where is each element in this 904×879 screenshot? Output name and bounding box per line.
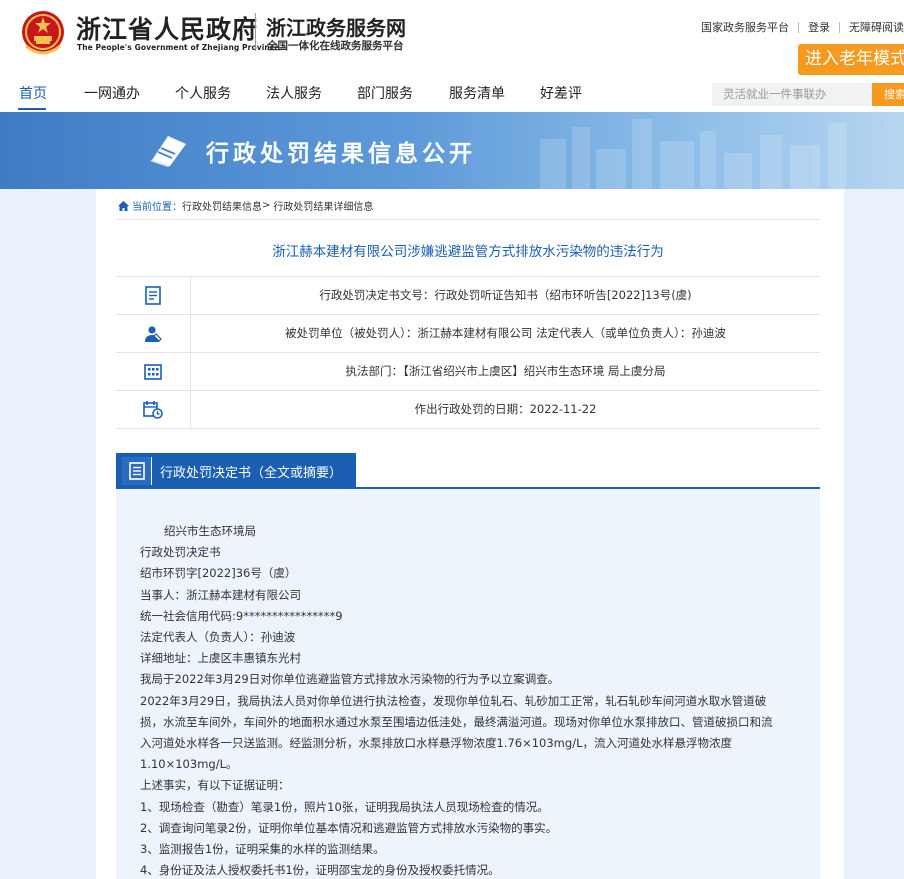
skyline-building [632, 119, 652, 189]
breadcrumb-item-results[interactable]: 行政处罚结果信息 [182, 198, 262, 213]
breadcrumb-prefix: 当前位置： [132, 202, 182, 213]
full-text-line: 统一社会信用代码:9****************9 [140, 608, 343, 623]
full-text-line: 详细地址：上虞区丰惠镇东光村 [140, 651, 301, 666]
skyline-building [760, 135, 782, 189]
full-text-line: 损，水流至车间外，车间外的地面积水通过水泵至围墙边低洼处，最终满溢河道。现场对你… [140, 714, 773, 729]
nav-item-department[interactable]: 部门服务 [357, 83, 413, 103]
search-button[interactable]: 搜索 [872, 83, 904, 106]
nav-item-one-stop[interactable]: 一网通办 [84, 83, 140, 103]
info-penalty-date: 作出行政处罚的日期：2022-11-22 [414, 402, 597, 416]
full-text-line: 我局于2022年3月29日对你单位逃避监管方式排放水污染物的行为予以立案调查。 [140, 672, 560, 687]
service-subtitle: 全国一体化在线政务服务平台 [267, 40, 404, 52]
national-platform-link[interactable]: 国家政务服务平台 [701, 19, 789, 35]
full-text-line: 入河道处水样各一只送监测。经监测分析，水泵排放口水样悬浮物浓度1.76×103m… [140, 736, 732, 750]
full-text-line: 当事人：浙江赫本建材有限公司 [140, 587, 301, 602]
nav-item-service-list[interactable]: 服务清单 [449, 83, 505, 103]
info-table: 行政处罚决定书文号：行政处罚听证告知书（绍市环听告[2022]13号(虞) 被处… [116, 276, 820, 429]
skyline-building [700, 131, 716, 189]
full-text-line: 法定代表人（负责人）：孙迪波 [140, 630, 296, 644]
breadcrumb-divider [116, 219, 820, 220]
breadcrumb: 当前位置： 行政处罚结果信息 > 行政处罚结果详细信息 [118, 198, 373, 213]
home-icon [118, 200, 129, 211]
link-separator [839, 21, 840, 33]
person-icon [145, 325, 162, 342]
nav-item-rating[interactable]: 好差评 [540, 83, 582, 103]
info-penalized-party: 被处罚单位（被处罚人）：浙江赫本建材有限公司 法定代表人（或单位负责人）：孙迪波 [285, 326, 726, 340]
info-row: 行政处罚决定书文号：行政处罚听证告知书（绍市环听告[2022]13号(虞) [116, 277, 820, 315]
info-icon-cell [116, 277, 191, 314]
section-icon-cell [122, 457, 152, 485]
decision-full-text: 绍兴市生态环境局行政处罚决定书绍市环罚字[2022]36号（虞） 当事人：浙江赫本… [116, 489, 820, 879]
document-icon [145, 286, 161, 305]
breadcrumb-separator: > [262, 200, 271, 211]
info-icon-cell [116, 353, 191, 390]
banner: 行政处罚结果信息公开 [0, 112, 904, 189]
nav-active-indicator [18, 108, 46, 110]
full-text-line: 2、调查询问笔录2份，证明你单位基本情况和逃避监管方式排放水污染物的事实。 [140, 820, 558, 835]
elder-mode-button[interactable]: 进入老年模式 [798, 44, 904, 75]
search-input[interactable]: 灵活就业一件事联办 [712, 83, 872, 106]
full-text-line: 1、现场检查（勘查）笔录1份，照片10张，证明我局执法人员现场检查的情况。 [140, 799, 549, 814]
info-decision-number: 行政处罚决定书文号：行政处罚听证告知书（绍市环听告[2022]13号(虞) [319, 288, 692, 302]
header-divider [255, 13, 256, 51]
skyline-building [540, 139, 566, 189]
document-title: 浙江赫本建材有限公司涉嫌逃避监管方式排放水污染物的违法行为 [272, 244, 664, 260]
document-list-icon [128, 462, 145, 480]
nav-item-personal[interactable]: 个人服务 [175, 83, 231, 103]
building-icon [144, 363, 162, 380]
info-row: 被处罚单位（被处罚人）：浙江赫本建材有限公司 法定代表人（或单位负责人）：孙迪波 [116, 315, 820, 353]
info-icon-cell [116, 315, 191, 352]
book-icon [150, 136, 186, 167]
gov-subtitle-en: The People's Government of Zhejiang Prov… [77, 43, 280, 52]
skyline-building [828, 123, 846, 189]
login-link[interactable]: 登录 [808, 19, 830, 35]
full-text-line: 绍市环罚字[2022]36号（虞） [140, 566, 297, 581]
skyline-building [660, 141, 694, 189]
calendar-icon [143, 401, 163, 419]
info-enforcement-dept: 执法部门：【浙江省绍兴市上虞区】绍兴市生态环境 局上虞分局 [345, 364, 666, 378]
info-row: 执法部门：【浙江省绍兴市上虞区】绍兴市生态环境 局上虞分局 [116, 353, 820, 391]
skyline-building [596, 149, 626, 189]
national-emblem-icon [22, 11, 64, 55]
nav-item-home[interactable]: 首页 [19, 83, 47, 103]
full-text-line: 行政处罚决定书 [140, 545, 221, 560]
service-title[interactable]: 浙江政务服务网 [266, 12, 406, 41]
full-text-line: 上述事实，有以下证据证明： [140, 778, 290, 793]
section-header: 行政处罚决定书（全文或摘要） [116, 453, 820, 489]
full-text-line: 3、监测报告1份，证明采集的水样的监测结果。 [140, 842, 385, 856]
skyline-building [572, 127, 590, 189]
skyline-building [790, 145, 820, 189]
full-text-line: 1.10×103mg/L。 [140, 757, 238, 772]
full-text-line: 绍兴市生态环境局 [164, 524, 256, 538]
full-text-line: 4、身份证及法人授权委托书1份，证明邵宝龙的身份及授权委托情况。 [140, 863, 500, 878]
skyline-building [724, 153, 752, 189]
accessibility-link[interactable]: 无障碍阅读 [849, 19, 904, 35]
gov-title: 浙江省人民政府 [76, 15, 259, 44]
link-separator [798, 21, 799, 33]
section-label: 行政处罚决定书（全文或摘要） [160, 466, 343, 481]
breadcrumb-item-detail: 行政处罚结果详细信息 [273, 202, 374, 213]
top-links: 国家政务服务平台 登录 无障碍阅读 [701, 19, 904, 35]
nav-item-legal-person[interactable]: 法人服务 [266, 83, 322, 103]
info-row: 作出行政处罚的日期：2022-11-22 [116, 391, 820, 429]
full-text-line: 2022年3月29日，我局执法人员对你单位进行执法检查，发现你单位轧石、轧砂加工… [140, 693, 767, 708]
section-tab-decision: 行政处罚决定书（全文或摘要） [116, 453, 356, 489]
info-icon-cell [116, 391, 191, 428]
banner-title: 行政处罚结果信息公开 [206, 141, 476, 167]
